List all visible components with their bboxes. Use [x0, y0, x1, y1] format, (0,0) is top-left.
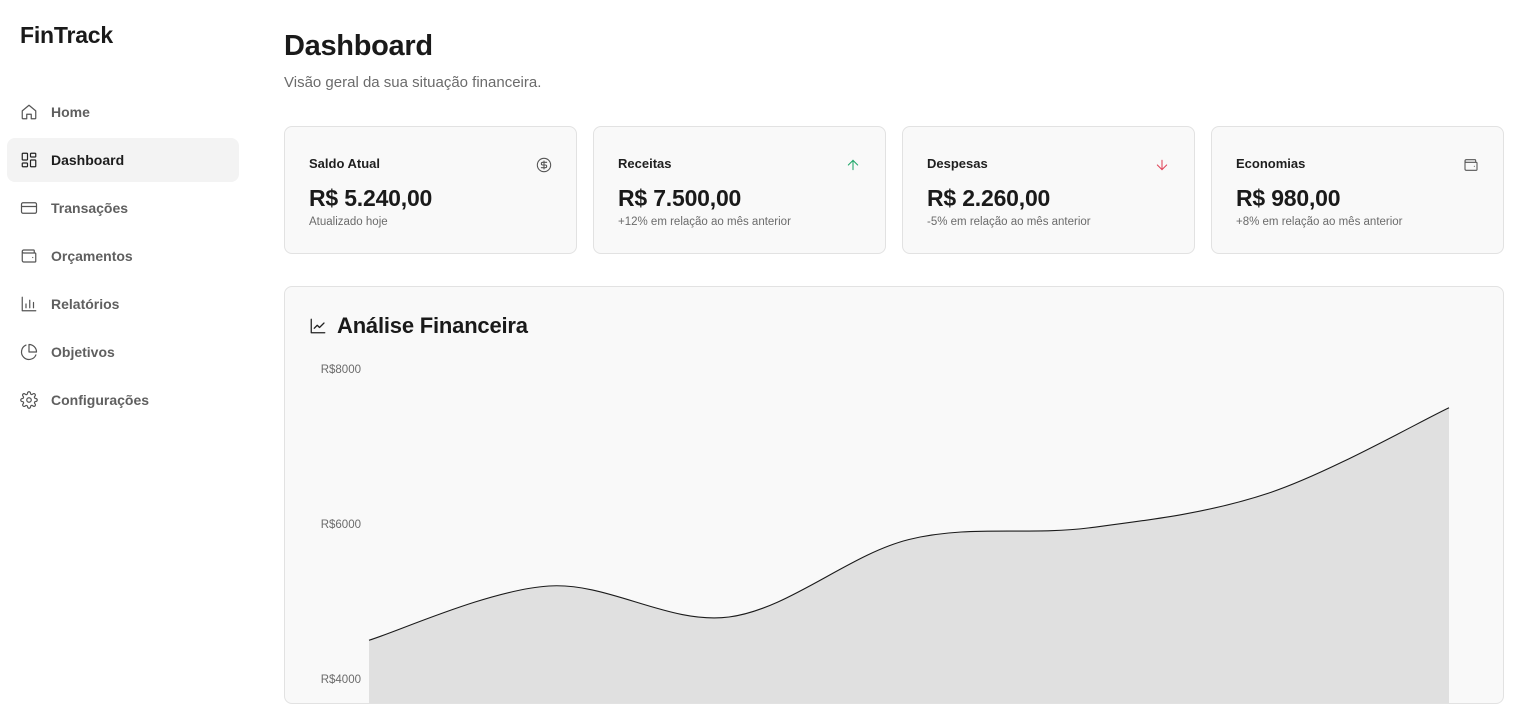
bar-chart-icon: [20, 295, 38, 313]
gear-icon: [20, 391, 38, 409]
card-label: Saldo Atual: [309, 156, 381, 171]
card-label: Despesas: [927, 156, 988, 171]
y-tick-label: R$4000: [321, 674, 361, 686]
summary-cards: Saldo Atual R$ 5.240,00 Atualizado hoje …: [284, 126, 1504, 254]
y-tick-label: R$6000: [321, 519, 361, 531]
sidebar-item-configuracoes[interactable]: Configurações: [7, 378, 239, 422]
sidebar-item-label: Objetivos: [51, 344, 115, 360]
series-area: [369, 407, 1449, 703]
sidebar-item-label: Home: [51, 104, 90, 120]
card-value: R$ 2.260,00: [927, 185, 1051, 211]
sidebar: FinTrack Home Dashboard Transações Orçam…: [0, 0, 248, 704]
brand-logo[interactable]: FinTrack: [20, 22, 113, 49]
chart-header: Análise Financeira: [309, 313, 528, 339]
card-label: Receitas: [618, 156, 672, 171]
line-chart-icon: [309, 317, 327, 335]
card-despesas: Despesas R$ 2.260,00 -5% em relação ao m…: [902, 126, 1195, 254]
wallet-icon: [20, 247, 38, 265]
credit-card-icon: [20, 199, 38, 217]
dashboard-grid-icon: [20, 151, 38, 169]
sidebar-item-label: Orçamentos: [51, 248, 133, 264]
arrow-down-icon: [1154, 157, 1170, 173]
sidebar-item-orcamentos[interactable]: Orçamentos: [7, 234, 239, 278]
app-root: FinTrack Home Dashboard Transações Orçam…: [0, 0, 1528, 704]
page-subtitle: Visão geral da sua situação financeira.: [284, 74, 542, 91]
home-icon: [20, 103, 38, 121]
sidebar-item-objetivos[interactable]: Objetivos: [7, 330, 239, 374]
sidebar-item-home[interactable]: Home: [7, 90, 239, 134]
chart-title: Análise Financeira: [337, 313, 528, 338]
sidebar-item-dashboard[interactable]: Dashboard: [7, 138, 239, 182]
card-note: +12% em relação ao mês anterior: [618, 216, 791, 228]
dollar-circle-icon: [536, 157, 552, 173]
card-value: R$ 7.500,00: [618, 185, 742, 211]
sidebar-item-label: Relatórios: [51, 296, 120, 312]
card-note: -5% em relação ao mês anterior: [927, 216, 1091, 228]
card-receitas: Receitas R$ 7.500,00 +12% em relação ao …: [593, 126, 886, 254]
card-value: R$ 5.240,00: [309, 185, 433, 211]
wallet-icon: [1463, 157, 1479, 173]
page-title: Dashboard: [284, 30, 433, 62]
y-tick-label: R$8000: [321, 364, 361, 376]
card-label: Economias: [1236, 156, 1306, 171]
pie-chart-icon: [20, 343, 38, 361]
financial-chart: R$8000 R$6000 R$4000: [321, 364, 1450, 703]
card-note: +8% em relação ao mês anterior: [1236, 216, 1403, 228]
main-content: Dashboard Visão geral da sua situação fi…: [284, 0, 1504, 704]
financial-analysis-panel: R$8000 R$6000 R$4000 Análise Financeira: [284, 286, 1504, 704]
sidebar-item-transacoes[interactable]: Transações: [7, 186, 239, 230]
sidebar-item-relatorios[interactable]: Relatórios: [7, 282, 239, 326]
sidebar-item-label: Configurações: [51, 392, 150, 408]
sidebar-item-label: Transações: [51, 200, 129, 216]
arrow-up-icon: [845, 157, 861, 173]
card-saldo-atual: Saldo Atual R$ 5.240,00 Atualizado hoje: [284, 126, 577, 254]
card-note: Atualizado hoje: [309, 216, 388, 228]
card-economias: Economias R$ 980,00 +8% em relação ao mê…: [1211, 126, 1504, 254]
sidebar-item-label: Dashboard: [51, 152, 125, 168]
sidebar-nav: Home Dashboard Transações Orçamentos Rel…: [7, 90, 239, 426]
card-value: R$ 980,00: [1236, 185, 1341, 211]
